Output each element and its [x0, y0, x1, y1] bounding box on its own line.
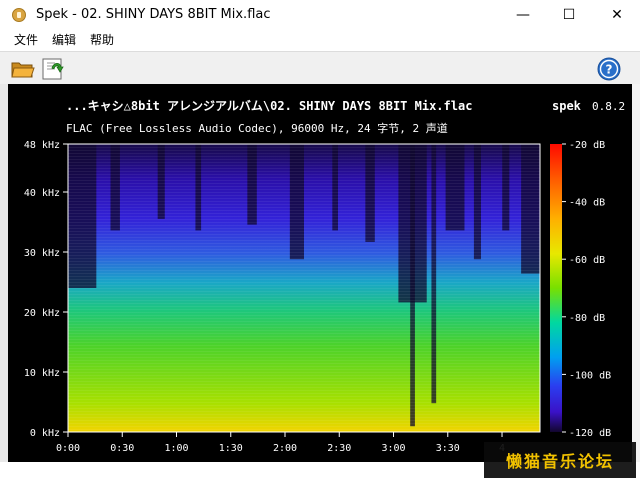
save-button[interactable]: [40, 56, 66, 82]
spectrogram-panel[interactable]: ...キャシ△8bit アレンジアルバム\02. SHINY DAYS 8BIT…: [8, 84, 632, 462]
app-version-label: 0.8.2: [592, 100, 625, 113]
menu-edit[interactable]: 编辑: [45, 30, 83, 51]
right-window-edge: [632, 84, 640, 480]
db-tick-label: -60 dB: [569, 255, 605, 266]
time-tick-label: 3:30: [436, 443, 460, 454]
forum-watermark: 懒猫音乐论坛: [484, 442, 636, 478]
menu-bar: 文件 编辑 帮助: [0, 30, 640, 51]
time-tick-label: 0:30: [110, 443, 134, 454]
time-axis: 0:000:301:001:302:002:303:003:304: [56, 432, 505, 454]
time-tick-label: 3:00: [381, 443, 405, 454]
spectral-texture: [68, 144, 540, 432]
toolbar: ?: [0, 51, 640, 85]
close-icon: ✕: [611, 7, 623, 23]
close-button[interactable]: ✕: [594, 0, 640, 30]
time-tick-label: 1:30: [219, 443, 243, 454]
decibel-scale: -20 dB -40 dB -60 dB -80 dB -100 dB -120 dB: [550, 140, 611, 439]
menu-help[interactable]: 帮助: [83, 30, 121, 51]
freq-tick-label: 48 kHz: [24, 140, 60, 151]
audio-info-label: FLAC (Free Lossless Audio Codec), 96000 …: [66, 121, 448, 135]
minimize-button[interactable]: —: [500, 0, 546, 30]
left-window-edge: [0, 84, 8, 480]
time-tick-label: 1:00: [164, 443, 188, 454]
open-file-button[interactable]: [10, 56, 36, 82]
title-bar[interactable]: Spek - 02. SHINY DAYS 8BIT Mix.flac — ☐ …: [0, 0, 640, 30]
save-icon: [42, 58, 64, 80]
freq-tick-label: 10 kHz: [24, 368, 60, 379]
spectrogram-chart: ...キャシ△8bit アレンジアルバム\02. SHINY DAYS 8BIT…: [24, 99, 625, 454]
app-name-label: spek: [552, 99, 582, 113]
freq-tick-label: 20 kHz: [24, 308, 60, 319]
menu-file[interactable]: 文件: [0, 30, 45, 51]
db-tick-label: -40 dB: [569, 198, 605, 209]
help-icon: ?: [597, 57, 621, 81]
db-tick-label: -80 dB: [569, 313, 605, 324]
help-button[interactable]: ?: [596, 56, 622, 82]
time-tick-label: 2:00: [273, 443, 297, 454]
time-tick-label: 2:30: [327, 443, 351, 454]
spek-app-icon: [12, 8, 26, 22]
spectrogram-image: [67, 143, 541, 433]
window-title: Spek - 02. SHINY DAYS 8BIT Mix.flac: [36, 7, 271, 22]
time-tick-label: 0:00: [56, 443, 80, 454]
freq-tick-label: 40 kHz: [24, 188, 60, 199]
file-path-label: ...キャシ△8bit アレンジアルバム\02. SHINY DAYS 8BIT…: [66, 99, 472, 113]
decibel-color-bar: [550, 144, 562, 432]
open-folder-icon: [11, 62, 35, 78]
frequency-axis: 48 kHz 40 kHz 30 kHz 20 kHz 10 kHz 0 kHz: [24, 140, 68, 439]
db-tick-label: -100 dB: [569, 370, 611, 381]
freq-tick-label: 0 kHz: [30, 428, 60, 439]
maximize-button[interactable]: ☐: [546, 0, 592, 30]
svg-text:?: ?: [606, 63, 613, 77]
maximize-icon: ☐: [562, 7, 576, 23]
db-tick-label: -20 dB: [569, 140, 605, 151]
freq-tick-label: 30 kHz: [24, 248, 60, 259]
minimize-icon: —: [516, 7, 530, 23]
spek-window: Spek - 02. SHINY DAYS 8BIT Mix.flac — ☐ …: [0, 0, 640, 480]
db-tick-label: -120 dB: [569, 428, 611, 439]
